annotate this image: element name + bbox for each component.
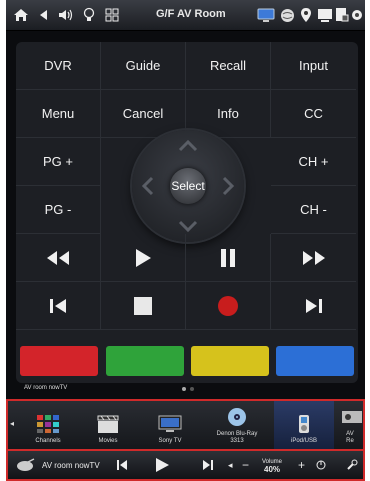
source-label: Sony TV	[158, 438, 182, 444]
globe-icon[interactable]	[279, 6, 295, 24]
clapperboard-icon	[97, 415, 119, 433]
source-label: Denon Blu-Ray 3313	[216, 431, 258, 444]
volume-icon[interactable]	[58, 6, 74, 24]
power-button[interactable]	[316, 451, 326, 479]
play-icon	[156, 458, 169, 472]
remote-app: G/F AV Room DVR Guide Recall Input Menu …	[6, 0, 365, 481]
play-button-mini[interactable]	[154, 451, 170, 479]
pause-icon	[221, 248, 235, 267]
red-button[interactable]	[20, 346, 98, 376]
monitor-icon[interactable]	[257, 6, 275, 24]
skip-previous-icon	[50, 298, 66, 313]
blue-button[interactable]	[276, 346, 354, 376]
receiver-icon	[342, 411, 362, 423]
record-icon	[218, 295, 238, 316]
remote-panel: DVR Guide Recall Input Menu Cancel Info …	[16, 42, 358, 383]
bulb-icon[interactable]	[82, 6, 96, 24]
source-label: iPod/USB	[290, 438, 317, 444]
play-button[interactable]	[101, 234, 186, 282]
scroll-left-icon[interactable]: ◂	[10, 419, 14, 428]
grid-icon[interactable]	[104, 6, 120, 24]
play-icon	[136, 248, 151, 267]
fast-forward-icon	[302, 250, 325, 265]
source-label: AV Re	[346, 431, 354, 444]
skip-next-button[interactable]	[271, 282, 356, 330]
source-label: Movies	[98, 438, 118, 444]
pause-button[interactable]	[186, 234, 271, 282]
source-av-receiver[interactable]: AV Re	[336, 401, 364, 449]
cc-button[interactable]: CC	[271, 90, 356, 138]
screen-icon[interactable]	[317, 6, 333, 24]
source-denon-bluray[interactable]: Denon Blu-Ray 3313	[204, 401, 270, 449]
stop-button[interactable]	[101, 282, 186, 330]
source-movies[interactable]: Movies	[80, 401, 136, 449]
volume-down-button[interactable]: −	[242, 451, 249, 479]
volume-display: Volume 40%	[262, 453, 282, 479]
page-dot[interactable]	[182, 387, 186, 391]
volume-down-arrow-icon[interactable]: ◂	[228, 451, 233, 479]
skip-next-icon	[305, 298, 322, 313]
volume-value: 40%	[264, 465, 281, 474]
source-ipod-usb[interactable]: iPod/USB	[274, 401, 334, 449]
input-button[interactable]: Input	[271, 42, 356, 90]
up-arrow-icon[interactable]	[178, 139, 198, 152]
source-channels[interactable]: Channels	[20, 401, 76, 449]
stop-icon	[134, 296, 152, 315]
document-lock-icon[interactable]	[335, 6, 349, 24]
direction-pad: Select	[132, 130, 244, 242]
home-icon[interactable]	[12, 6, 30, 24]
menu-button[interactable]: Menu	[16, 90, 101, 138]
skip-next-icon	[203, 460, 213, 470]
channel-up-button[interactable]: CH +	[271, 138, 356, 186]
channel-down-button[interactable]: CH -	[271, 186, 356, 234]
skip-previous-button[interactable]	[16, 282, 101, 330]
page-label: AV room nowTV	[24, 385, 68, 391]
now-playing-bar: AV room nowTV ◂ − Volume 40% +	[6, 451, 365, 481]
dish-icon[interactable]	[16, 451, 36, 479]
top-bar: G/F AV Room	[6, 0, 365, 31]
green-button[interactable]	[106, 346, 184, 376]
current-source-name[interactable]: AV room nowTV	[42, 451, 100, 479]
room-title[interactable]: G/F AV Room	[156, 8, 226, 20]
skip-previous-icon	[117, 460, 127, 470]
settings-button[interactable]	[346, 451, 358, 479]
source-bar: ◂ Channels Movies Sony TV Denon Blu-Ray …	[6, 399, 365, 451]
source-sony-tv[interactable]: Sony TV	[140, 401, 200, 449]
rewind-icon	[47, 250, 69, 265]
rewind-button[interactable]	[16, 234, 101, 282]
select-button[interactable]: Select	[170, 168, 206, 204]
page-down-button[interactable]: PG -	[16, 186, 101, 234]
previous-button[interactable]	[116, 451, 128, 479]
channels-grid-icon	[37, 415, 59, 433]
volume-up-button[interactable]: +	[298, 451, 305, 479]
yellow-button[interactable]	[191, 346, 269, 376]
page-dot[interactable]	[190, 387, 194, 391]
right-arrow-icon[interactable]	[222, 176, 235, 196]
recall-button[interactable]: Recall	[186, 42, 271, 90]
disc-icon	[228, 408, 246, 426]
back-icon[interactable]	[36, 6, 50, 24]
record-button[interactable]	[186, 282, 271, 330]
source-label: Channels	[35, 438, 61, 444]
ipod-icon	[299, 415, 309, 433]
down-arrow-icon[interactable]	[178, 220, 198, 233]
next-button[interactable]	[202, 451, 214, 479]
page-up-button[interactable]: PG +	[16, 138, 101, 186]
tv-icon	[158, 415, 182, 432]
power-icon	[316, 460, 326, 470]
guide-button[interactable]: Guide	[101, 42, 186, 90]
settings-icon[interactable]	[351, 6, 363, 24]
left-arrow-icon[interactable]	[141, 176, 154, 196]
wrench-icon	[347, 459, 358, 470]
fast-forward-button[interactable]	[271, 234, 356, 282]
location-icon[interactable]	[299, 6, 313, 24]
dvr-button[interactable]: DVR	[16, 42, 101, 90]
